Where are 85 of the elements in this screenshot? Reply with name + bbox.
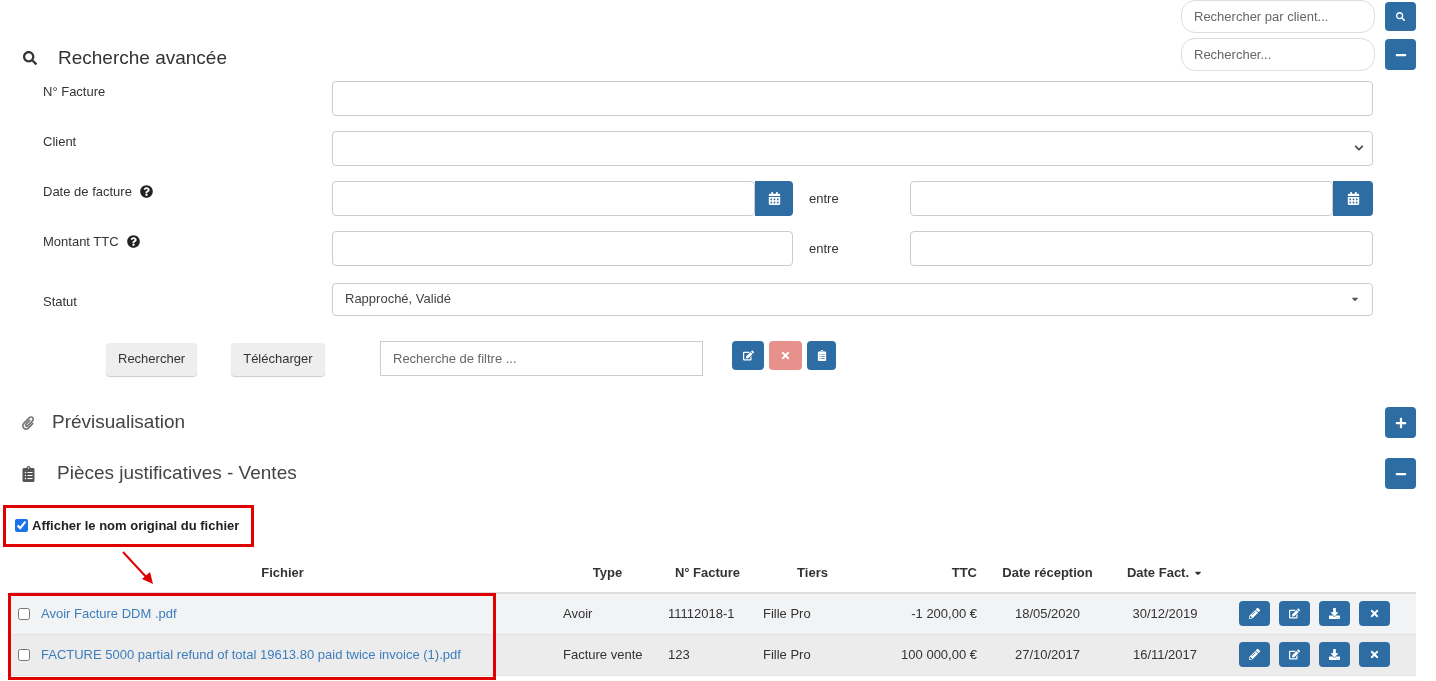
help-icon[interactable] — [139, 184, 153, 198]
close-icon — [1369, 649, 1380, 660]
table-cell-text: 100 000,00 € — [900, 645, 978, 664]
date-field[interactable] — [910, 180, 1333, 216]
expand-button[interactable] — [1385, 407, 1416, 438]
table-cell-text: -1 200,00 € — [910, 604, 978, 623]
table-cell-text: 16/11/2017 — [1131, 645, 1199, 664]
download-button[interactable] — [1319, 642, 1350, 667]
search-icon — [23, 51, 37, 66]
delete-button[interactable] — [1359, 642, 1390, 667]
pencil-icon — [1249, 608, 1260, 619]
search-icon — [1396, 12, 1405, 21]
status-select[interactable]: Rapproché, Validé — [332, 282, 1373, 316]
column-header[interactable]: N° Facture — [660, 562, 755, 583]
pencil-icon — [1249, 649, 1260, 660]
table-cell-text: 18/05/2020 — [1013, 604, 1082, 623]
input-field[interactable] — [332, 80, 1373, 116]
between-label: entre — [808, 239, 840, 258]
file-link[interactable]: Avoir Facture DDM .pdf — [41, 603, 177, 624]
column-header[interactable]: Type — [555, 562, 660, 583]
table-cell-text: 11112018-1 — [667, 604, 736, 623]
edit-filter-button[interactable] — [732, 340, 764, 370]
action-button[interactable]: Télécharger — [231, 342, 325, 376]
amount-field[interactable] — [332, 230, 793, 266]
edit-button[interactable] — [1279, 601, 1310, 626]
field-label: Client — [43, 132, 77, 151]
amount-field[interactable] — [910, 230, 1373, 266]
column-header[interactable]: Tiers — [755, 562, 870, 583]
table-cell-text: Fille Pro — [762, 604, 812, 623]
edit-button[interactable] — [1239, 601, 1270, 626]
clipboard-button[interactable] — [807, 340, 836, 370]
field-label: Montant TTC — [43, 232, 119, 251]
section-title: Prévisualisation — [52, 410, 186, 435]
checkbox-label: Afficher le nom original du fichier — [32, 516, 240, 535]
filter-search-field[interactable]: Recherche de filtre ... — [380, 340, 703, 376]
close-icon — [780, 349, 791, 361]
section-title: Pièces justificatives - Ventes — [57, 461, 297, 486]
calendar-button[interactable] — [1333, 180, 1373, 216]
between-label: entre — [808, 189, 840, 208]
clipboard-icon — [816, 349, 827, 361]
help-icon[interactable] — [126, 234, 140, 248]
section-title: Recherche avancée — [58, 46, 227, 70]
row-checkbox[interactable] — [18, 607, 30, 620]
row-checkbox[interactable] — [18, 648, 30, 661]
column-header[interactable]: TTC — [870, 562, 985, 583]
checkbox[interactable] — [15, 519, 28, 532]
table-cell-text: Avoir — [562, 604, 594, 623]
action-button[interactable]: Rechercher — [106, 342, 198, 376]
clipboard-icon — [22, 465, 35, 482]
table-cell-text: Fille Pro — [762, 645, 812, 664]
file-link[interactable]: FACTURE 5000 partial refund of total 19613.80 paid twice invoice (1).pdf — [41, 644, 461, 665]
download-icon — [1329, 608, 1340, 619]
column-header[interactable]: Date Fact. — [1110, 562, 1220, 583]
calendar-icon — [1346, 191, 1360, 205]
annotation-arrow — [121, 549, 155, 586]
table-cell-text: Facture vente — [562, 645, 644, 664]
calendar-button[interactable] — [755, 180, 793, 216]
client-search-field[interactable]: Rechercher par client... — [1181, 0, 1375, 33]
collapse-button[interactable] — [1385, 39, 1416, 70]
paperclip-icon — [22, 415, 34, 430]
plus-icon — [1394, 416, 1407, 429]
field-label: Statut — [43, 292, 77, 311]
search-button[interactable] — [1385, 2, 1416, 31]
column-header[interactable]: Fichier — [10, 562, 555, 583]
date-field[interactable] — [332, 180, 755, 216]
select-field[interactable] — [332, 130, 1373, 166]
field-label: N° Facture — [43, 82, 106, 101]
column-header[interactable]: Date réception — [985, 562, 1110, 583]
delete-button[interactable] — [1359, 601, 1390, 626]
edit-button[interactable] — [1279, 642, 1310, 667]
close-icon — [1369, 608, 1380, 619]
edit-button[interactable] — [1239, 642, 1270, 667]
search-field[interactable]: Rechercher... — [1181, 38, 1375, 71]
download-button[interactable] — [1319, 601, 1350, 626]
collapse-button[interactable] — [1385, 458, 1416, 489]
edit-icon — [742, 349, 754, 361]
edit-icon — [1289, 608, 1300, 619]
edit-icon — [1289, 649, 1300, 660]
table-cell-text: 27/10/2017 — [1013, 645, 1082, 664]
table-cell-text: 30/12/2019 — [1131, 604, 1199, 623]
download-icon — [1329, 649, 1340, 660]
table-cell-text: 123 — [667, 645, 691, 664]
chevron-icon — [1354, 143, 1364, 153]
field-label: Date de facture — [43, 182, 132, 201]
calendar-icon — [767, 191, 781, 205]
